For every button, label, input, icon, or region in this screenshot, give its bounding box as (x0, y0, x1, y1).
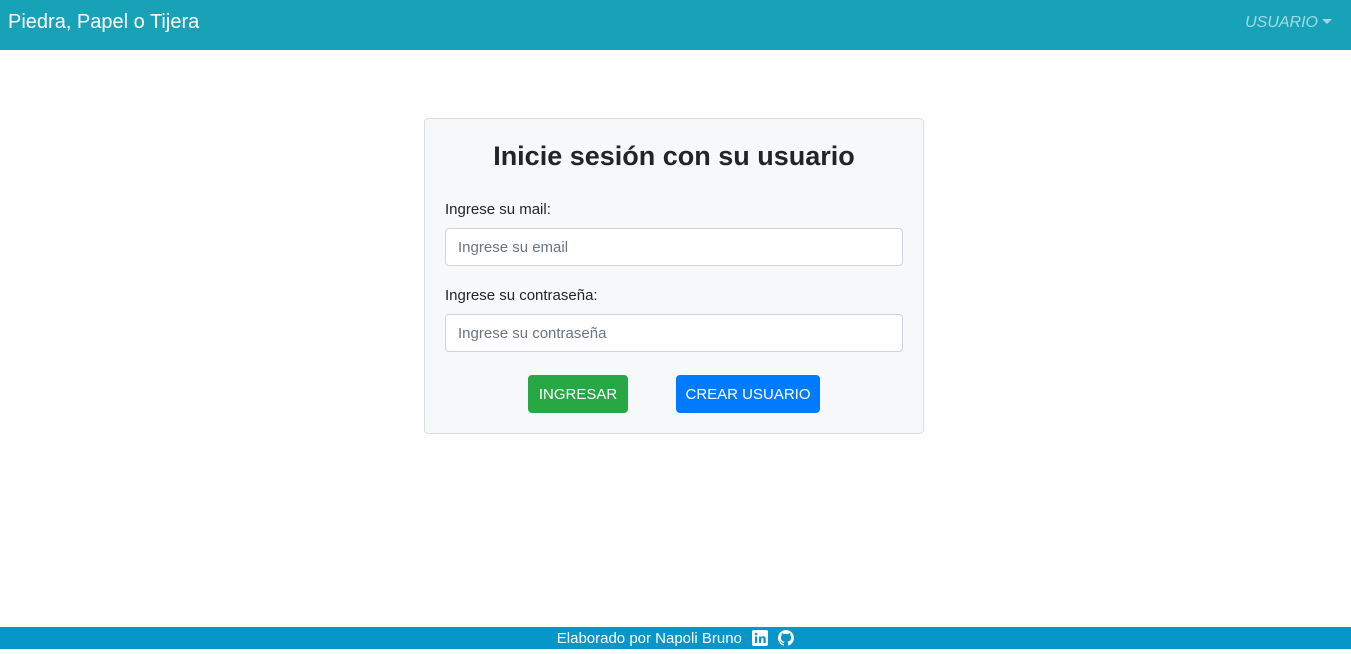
email-label: Ingrese su mail: (445, 201, 551, 218)
create-user-button[interactable]: CREAR USUARIO (676, 375, 820, 413)
brand-link[interactable]: Piedra, Papel o Tijera (8, 11, 199, 34)
linkedin-icon[interactable] (752, 630, 769, 646)
password-input[interactable] (445, 314, 903, 352)
user-dropdown-toggle[interactable]: USUARIO (1245, 14, 1332, 32)
footer-credit: Elaborado por Napoli Bruno (556, 630, 742, 647)
github-icon[interactable] (778, 630, 795, 646)
top-navbar: Piedra, Papel o Tijera USUARIO (0, 0, 1351, 50)
password-label: Ingrese su contraseña: (445, 287, 598, 304)
user-menu-label: USUARIO (1245, 14, 1318, 31)
footer: Elaborado por Napoli Bruno (0, 627, 1351, 649)
login-title: Inicie sesión con su usuario (493, 141, 855, 171)
login-card: Inicie sesión con su usuario Ingrese su … (424, 118, 924, 434)
email-input[interactable] (445, 228, 903, 266)
caret-down-icon (1322, 19, 1332, 24)
login-button[interactable]: INGRESAR (528, 375, 628, 413)
